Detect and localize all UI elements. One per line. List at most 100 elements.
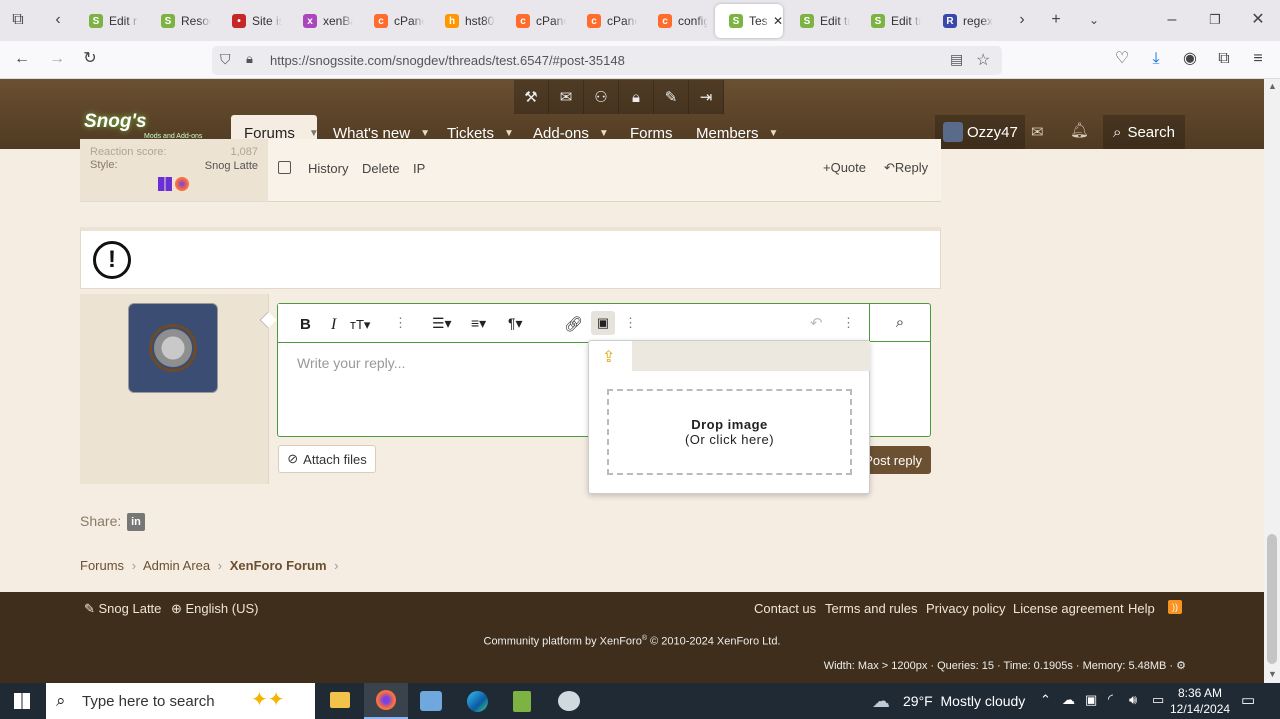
drop-image-zone[interactable]: Drop image (Or click here)	[607, 389, 852, 475]
tools-icon[interactable]: ⚒	[514, 80, 549, 114]
chevron-down-icon[interactable]: ▼	[420, 128, 430, 139]
reply-textarea[interactable]: Write your reply...	[297, 355, 405, 371]
footer-link-license[interactable]: License agreement	[1013, 601, 1124, 616]
url-text[interactable]: https://snogssite.com/snogdev/threads/te…	[270, 53, 625, 68]
app-taskbar-icon[interactable]	[420, 691, 442, 711]
windows-start-icon[interactable]	[14, 693, 30, 709]
breadcrumb-xenforo-forum[interactable]: XenForo Forum	[230, 558, 327, 573]
notifications-icon[interactable]: ▭	[1241, 691, 1255, 709]
menu-icon[interactable]: ≡	[1247, 49, 1269, 71]
lock-icon[interactable]: 🔒︎	[619, 80, 654, 114]
select-checkbox[interactable]	[278, 161, 291, 174]
language-chooser-link[interactable]: ⊕ English (US)	[171, 601, 258, 617]
browser-tab[interactable]: ccPane	[502, 4, 570, 38]
browser-tab[interactable]: S Tes ✕	[715, 4, 783, 38]
paint-icon[interactable]	[558, 691, 580, 711]
upload-icon[interactable]: ⇪	[602, 347, 615, 367]
rss-icon[interactable]: ))	[1168, 600, 1182, 614]
search-button[interactable]: ⌕ Search	[1103, 115, 1185, 149]
reload-icon[interactable]: ↻	[79, 49, 101, 71]
italic-icon[interactable]: I	[331, 316, 336, 334]
attach-files-button[interactable]: ⊘ Attach files	[278, 445, 376, 473]
link-icon[interactable]: 🔗︎	[564, 315, 583, 333]
list-icon[interactable]: ☰▾	[432, 315, 452, 332]
chevron-down-icon[interactable]: ▼	[769, 128, 779, 139]
browser-tab[interactable]: Rregex	[929, 4, 997, 38]
tab-overview-icon[interactable]: ⧉	[7, 10, 29, 32]
breadcrumb-forums[interactable]: Forums	[80, 558, 124, 573]
battery-icon[interactable]: ▭	[1152, 692, 1164, 708]
footer-link-help[interactable]: Help	[1128, 601, 1155, 616]
lock-icon[interactable]: 🔒︎	[246, 51, 253, 67]
style-chooser-link[interactable]: ✎ Snog Latte	[84, 601, 161, 617]
weather-text[interactable]: 29°F Mostly cloudy	[903, 693, 1025, 709]
ip-link[interactable]: IP	[413, 161, 425, 176]
volume-icon[interactable]: 🔊︎	[1129, 692, 1137, 708]
more-insert-icon[interactable]: ⋮	[624, 315, 637, 331]
breadcrumb-admin-area[interactable]: Admin Area	[143, 558, 210, 573]
align-icon[interactable]: ≡▾	[471, 315, 486, 332]
close-window-icon[interactable]: ✕	[1247, 10, 1269, 32]
chevron-down-icon[interactable]: ▼	[309, 128, 319, 139]
shield-icon[interactable]: ⛉	[220, 51, 231, 68]
browser-tab[interactable]: S Resou	[147, 4, 215, 38]
forward-icon[interactable]: →	[46, 49, 68, 71]
file-explorer-icon[interactable]	[330, 692, 350, 708]
edge-icon[interactable]	[467, 691, 488, 712]
scroll-thumb[interactable]	[1267, 534, 1277, 664]
page-scrollbar[interactable]: ▲ ▼	[1264, 79, 1280, 683]
brush-icon[interactable]: ✎	[654, 80, 689, 114]
user-menu[interactable]: Ozzy47	[935, 115, 1025, 149]
browser-tab[interactable]: xxenBa	[289, 4, 357, 38]
browser-tab[interactable]: h hst80.	[431, 4, 499, 38]
history-link[interactable]: History	[308, 161, 348, 176]
browser-tab[interactable]: S Edit r	[75, 4, 143, 38]
scroll-down-icon[interactable]: ▼	[1268, 669, 1277, 679]
bold-icon[interactable]: B	[300, 316, 311, 333]
scroll-up-icon[interactable]: ▲	[1268, 81, 1277, 91]
tab-scroll-left-icon[interactable]: ‹	[47, 10, 69, 32]
pocket-icon[interactable]: ♡	[1111, 49, 1133, 71]
delete-link[interactable]: Delete	[362, 161, 400, 176]
mail-icon[interactable]: ✉	[549, 80, 584, 114]
notepad-plus-icon[interactable]	[513, 691, 531, 712]
onedrive-icon[interactable]: ☁	[1062, 692, 1075, 708]
linkedin-icon[interactable]: in	[127, 513, 145, 531]
paragraph-icon[interactable]: ¶▾	[508, 315, 523, 332]
reply-link[interactable]: ↶Reply	[884, 160, 928, 176]
tab-list-icon[interactable]: ⌄	[1083, 10, 1105, 32]
downloads-icon[interactable]: ⤓	[1145, 49, 1167, 71]
browser-tab[interactable]: ccPane	[360, 4, 428, 38]
footer-link-terms[interactable]: Terms and rules	[825, 601, 917, 616]
chevron-down-icon[interactable]: ▼	[504, 128, 514, 139]
inbox-icon[interactable]: ✉	[1031, 123, 1044, 141]
reply-avatar[interactable]	[128, 303, 218, 393]
browser-tab[interactable]: S Edit tr	[786, 4, 854, 38]
wifi-icon[interactable]: ◜	[1108, 691, 1113, 707]
more-options-icon[interactable]: ⋮	[842, 315, 855, 331]
extensions-icon[interactable]: ⧉	[1213, 49, 1235, 71]
tray-chevron-icon[interactable]: ⌃	[1040, 692, 1051, 708]
account-icon[interactable]: ◉	[1179, 49, 1201, 71]
users-icon[interactable]: ⚇	[584, 80, 619, 114]
bookmark-star-icon[interactable]: ☆	[976, 50, 990, 70]
logout-icon[interactable]: ⇥	[689, 80, 724, 114]
more-text-icon[interactable]: ⋮	[394, 315, 407, 331]
clock[interactable]: 8:36 AM 12/14/2024	[1170, 685, 1230, 717]
restore-icon[interactable]: ❐	[1204, 10, 1226, 32]
tray-app-icon[interactable]: ▣	[1085, 692, 1097, 708]
footer-link-contact[interactable]: Contact us	[754, 601, 816, 616]
tab-scroll-right-icon[interactable]: ›	[1011, 10, 1033, 32]
text-size-icon[interactable]: тT▾	[350, 317, 370, 333]
alerts-icon[interactable]: 🔔︎	[1070, 121, 1089, 139]
url-bar[interactable]: ⛉ 🔒︎ https://snogssite.com/snogdev/threa…	[212, 46, 1002, 75]
browser-tab[interactable]: c config	[644, 4, 712, 38]
taskbar-search-box[interactable]: ⌕ Type here to search ✦✦	[46, 683, 315, 719]
browser-tab[interactable]: ccPane	[573, 4, 641, 38]
new-tab-icon[interactable]: +	[1045, 10, 1067, 32]
browser-tab[interactable]: S Edit tr	[857, 4, 925, 38]
footer-link-privacy[interactable]: Privacy policy	[926, 601, 1005, 616]
browser-tab[interactable]: • Site is	[218, 4, 286, 38]
reader-view-icon[interactable]: ▤	[950, 51, 963, 68]
preview-button[interactable]: ⌕	[869, 304, 930, 342]
